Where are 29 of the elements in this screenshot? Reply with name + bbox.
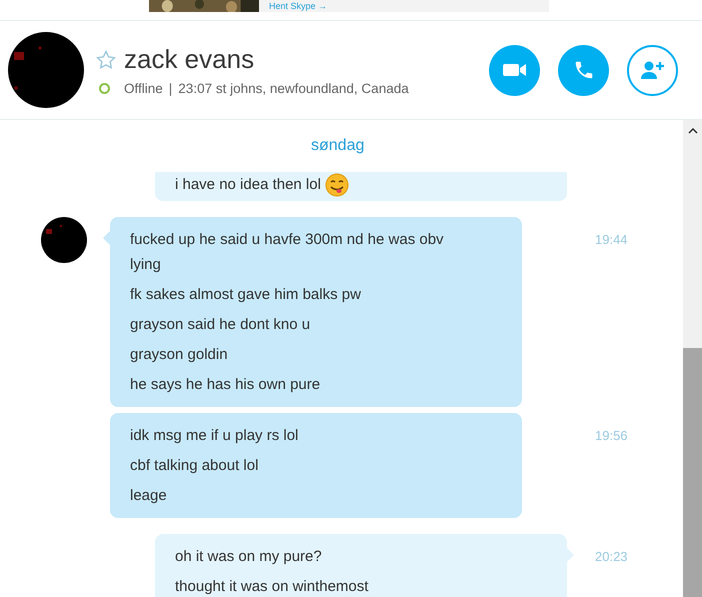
video-camera-icon xyxy=(502,61,528,79)
message-text: cbf talking about lol xyxy=(130,456,258,476)
message-time: 20:23 xyxy=(595,549,628,564)
message-text: grayson goldin xyxy=(130,345,228,365)
add-person-icon xyxy=(640,59,666,81)
message-text: fk sakes almost gave him balks pw xyxy=(130,285,361,305)
get-skype-link[interactable]: Hent Skype → xyxy=(269,0,328,12)
add-contact-button[interactable] xyxy=(627,44,678,96)
separator-text: | xyxy=(168,81,172,96)
message-text: he says he has his own pure xyxy=(130,375,320,395)
message-text: i have no idea then lol xyxy=(175,175,321,195)
scroll-up-icon[interactable] xyxy=(688,128,698,134)
message-text: oh it was on my pure? xyxy=(175,547,322,567)
smiley-icon xyxy=(324,172,349,196)
status-text: Offline xyxy=(124,81,163,96)
call-button[interactable] xyxy=(558,44,609,96)
message-text: idk msg me if u play rs lol xyxy=(130,426,298,446)
scrollbar-thumb[interactable] xyxy=(683,348,702,597)
date-divider: søndag xyxy=(311,137,364,155)
contact-name: zack evans xyxy=(124,44,254,75)
message-text: leage xyxy=(130,486,167,506)
message-time: 19:56 xyxy=(595,428,628,443)
location-text: 23:07 st johns, newfoundland, Canada xyxy=(178,81,409,96)
message-text: grayson said he dont kno u xyxy=(130,315,310,335)
star-icon[interactable] xyxy=(96,50,116,70)
scrollbar[interactable] xyxy=(683,120,702,597)
message-text: thought it was on winthemost xyxy=(175,577,368,597)
video-call-button[interactable] xyxy=(489,44,540,96)
message-time: 19:44 xyxy=(595,232,628,247)
